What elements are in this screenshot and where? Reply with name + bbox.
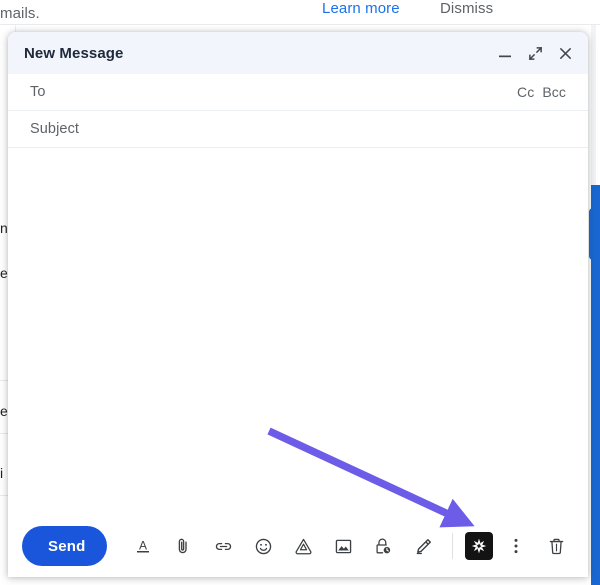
bcc-button[interactable]: Bcc: [542, 84, 566, 100]
to-field-label: To: [30, 83, 46, 100]
confidential-mode-icon: [375, 538, 390, 553]
insert-photo-icon: [335, 539, 351, 553]
compose-toolbar: Send A: [8, 515, 588, 577]
expand-button[interactable]: [522, 40, 548, 66]
more-options-button[interactable]: [499, 529, 533, 563]
notification-banner: mails. Learn more Dismiss: [0, 0, 600, 25]
ai-assist-icon: [471, 538, 487, 554]
banner-dismiss-button[interactable]: Dismiss: [440, 0, 493, 17]
minimize-icon: [499, 55, 511, 58]
subject-field-label: Subject: [30, 120, 80, 137]
insert-signature-button[interactable]: [406, 529, 440, 563]
insert-emoji-icon: [255, 538, 271, 554]
banner-message-fragment: mails.: [0, 5, 40, 22]
send-button[interactable]: Send: [22, 526, 107, 566]
insert-drive-file-button[interactable]: [286, 529, 320, 563]
ai-assist-button[interactable]: [465, 532, 493, 560]
discard-draft-button[interactable]: [539, 529, 573, 563]
to-field-row[interactable]: To Cc Bcc: [8, 74, 588, 111]
formatting-options-button[interactable]: A: [126, 529, 160, 563]
confidential-mode-button[interactable]: [366, 529, 400, 563]
toolbar-divider: [452, 533, 453, 559]
send-button-group[interactable]: Send: [22, 526, 107, 566]
close-icon: [559, 47, 571, 59]
more-options-icon: [514, 538, 518, 554]
attach-file-button[interactable]: [166, 529, 200, 563]
toolbar-icon-group: A: [123, 529, 576, 563]
message-body-input[interactable]: [8, 148, 588, 515]
expand-icon: [528, 46, 542, 60]
banner-learn-more-link[interactable]: Learn more: [322, 0, 400, 17]
compose-header[interactable]: New Message: [8, 32, 588, 74]
cc-bcc-group: Cc Bcc: [517, 84, 572, 100]
right-scroll-rail: [588, 25, 600, 585]
formatting-options-icon: A: [137, 539, 149, 553]
discard-draft-icon: [549, 538, 563, 554]
insert-photo-button[interactable]: [326, 529, 360, 563]
insert-link-button[interactable]: [206, 529, 240, 563]
svg-text:A: A: [139, 539, 147, 553]
subject-field-row[interactable]: Subject: [8, 111, 588, 148]
compose-window: New Message To Cc Bcc Subject Send A: [8, 32, 588, 577]
banner-divider: [0, 24, 600, 25]
insert-signature-icon: [416, 538, 431, 554]
insert-drive-file-icon: [295, 538, 311, 554]
cc-button[interactable]: Cc: [517, 84, 534, 100]
insert-link-icon: [215, 542, 231, 550]
insert-emoji-button[interactable]: [246, 529, 280, 563]
compose-title: New Message: [24, 44, 124, 62]
close-button[interactable]: [552, 40, 578, 66]
minimize-button[interactable]: [492, 40, 518, 66]
attach-file-icon: [178, 538, 187, 554]
window-controls: [492, 40, 578, 66]
side-panel-tab[interactable]: [589, 208, 600, 260]
